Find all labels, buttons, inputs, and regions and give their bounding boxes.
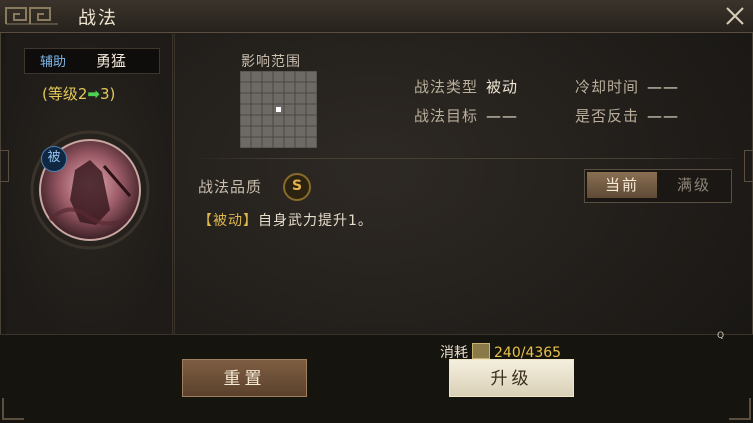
skill-type-value: 被动 [486, 78, 519, 96]
close-icon[interactable] [723, 4, 747, 28]
description-text: 自身武力提升1。 [258, 213, 373, 229]
range-cell [261, 92, 274, 105]
counter-value: —— [647, 107, 680, 125]
range-cell [294, 103, 307, 116]
level-arrow-icon: ➡ [87, 85, 100, 103]
range-cell [240, 103, 252, 116]
cooldown-row: 冷却时间 —— [575, 76, 679, 97]
range-cell [305, 71, 317, 83]
quality-label: 战法品质 [198, 178, 263, 196]
side-ornament-left [0, 150, 9, 182]
range-cell [250, 136, 263, 148]
range-cell [283, 92, 296, 105]
range-cell [283, 71, 296, 83]
counter-label: 是否反击 [575, 107, 640, 125]
range-label: 影响范围 [241, 54, 301, 70]
range-center-marker [276, 107, 281, 112]
range-cell [250, 92, 263, 105]
range-cell [294, 92, 307, 105]
quality-grade-badge: S [283, 173, 311, 201]
range-cell [261, 114, 274, 127]
level-toggle: 当前 满级 [584, 169, 732, 203]
range-cell [294, 114, 307, 127]
skill-tag: 辅助 [40, 55, 67, 70]
range-cell [294, 136, 307, 148]
range-cell [240, 81, 252, 94]
range-cell [261, 103, 274, 116]
skill-description: 【被动】自身武力提升1。 [198, 210, 373, 230]
range-cell [261, 81, 274, 94]
range-cell [283, 81, 296, 94]
page-title: 战法 [78, 8, 118, 29]
range-cell [272, 125, 285, 138]
skill-type-label: 战法类型 [414, 78, 479, 96]
range-cell [294, 125, 307, 138]
range-cell [272, 81, 285, 94]
range-cell [250, 125, 263, 138]
skill-level: (等级2➡3) [42, 83, 115, 104]
range-cell [272, 71, 285, 83]
range-cell [305, 92, 317, 105]
range-cell [283, 114, 296, 127]
range-cell [305, 81, 317, 94]
range-cell [305, 103, 317, 116]
tab-current[interactable]: 当前 [587, 172, 657, 198]
q-marker: Q [717, 331, 725, 341]
range-cell [240, 92, 252, 105]
corner-ornament-right [729, 398, 751, 420]
passive-badge: 被 [41, 146, 67, 172]
range-grid [240, 71, 317, 148]
range-cell [240, 71, 252, 83]
description-tag: 【被动】 [198, 213, 258, 229]
range-cell [272, 92, 285, 105]
range-cell [250, 81, 263, 94]
range-cell [294, 71, 307, 83]
range-cell [283, 125, 296, 138]
upgrade-button[interactable]: 升级 [449, 359, 574, 397]
scroll-icon [472, 343, 490, 359]
side-ornament-right [744, 150, 753, 182]
range-cell [305, 114, 317, 127]
range-cell [261, 71, 274, 83]
target-row: 战法目标 —— [414, 105, 518, 126]
range-cell [250, 71, 263, 83]
range-cell [261, 125, 274, 138]
level-current: (等级2 [42, 85, 88, 103]
level-next: 3) [99, 85, 116, 103]
corner-ornament-left [2, 398, 24, 420]
range-cell [272, 114, 285, 127]
range-cell [240, 125, 252, 138]
tab-max-level[interactable]: 满级 [659, 172, 729, 198]
range-cell [305, 136, 317, 148]
counter-row: 是否反击 —— [575, 105, 679, 126]
title-bar: 战法 [0, 0, 753, 33]
range-cell [283, 103, 296, 116]
range-cell [240, 114, 252, 127]
section-divider [190, 158, 745, 159]
range-cell [283, 136, 296, 148]
title-ornament-icon [5, 7, 58, 25]
reset-button[interactable]: 重置 [182, 359, 307, 397]
panel-divider [174, 34, 175, 334]
skill-type-row: 战法类型 被动 [414, 76, 518, 97]
target-value: —— [486, 107, 519, 125]
footer-bar [0, 334, 753, 423]
range-cell [305, 125, 317, 138]
range-cell [250, 114, 263, 127]
range-cell [294, 81, 307, 94]
range-cell [250, 103, 263, 116]
range-cell [261, 136, 274, 148]
cooldown-value: —— [647, 78, 680, 96]
range-cell [272, 136, 285, 148]
skill-name: 勇猛 [96, 52, 127, 70]
target-label: 战法目标 [414, 107, 479, 125]
cooldown-label: 冷却时间 [575, 78, 640, 96]
range-cell [240, 136, 252, 148]
